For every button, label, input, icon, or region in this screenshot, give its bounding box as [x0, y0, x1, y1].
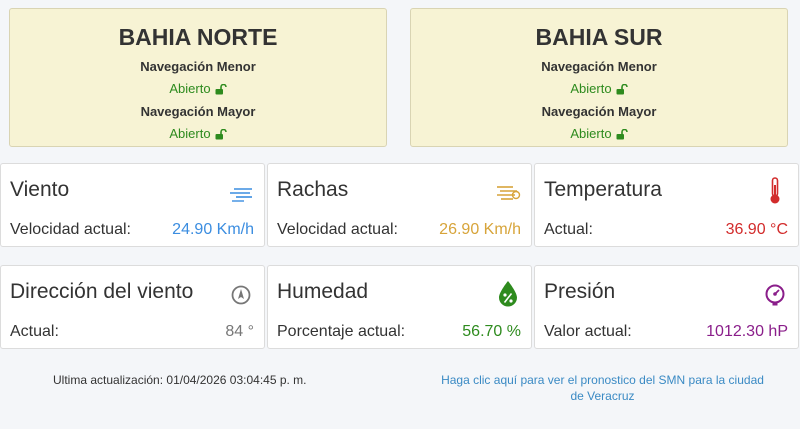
card-title: Presión — [544, 280, 616, 303]
wind-card: Viento Velocidad actual: 24.90 Km/h — [0, 163, 265, 247]
gusts-speed-value: 26.90 Km/h — [439, 221, 521, 238]
minor-navigation-label: Navegación Menor — [541, 59, 657, 74]
temperature-card: Temperatura Actual: 36.90 °C — [534, 163, 799, 247]
status-text: Abierto — [169, 126, 211, 141]
card-label: Valor actual: — [544, 323, 632, 340]
harbor-panel-north: BAHIA NORTE Navegación Menor Abierto Nav… — [9, 8, 387, 147]
last-updated: Ultima actualización: 01/04/2026 03:04:4… — [53, 373, 307, 387]
card-title: Dirección del viento — [10, 280, 194, 303]
gusts-card: Rachas Velocidad actual: 26.90 Km/h — [267, 163, 532, 247]
harbor-name: BAHIA SUR — [535, 24, 663, 50]
gusts-icon — [495, 180, 521, 206]
last-updated-value: 01/04/2026 03:04:45 p. m. — [166, 373, 307, 387]
card-title: Temperatura — [544, 178, 662, 201]
unlock-icon — [616, 83, 628, 95]
major-navigation-label: Navegación Mayor — [541, 104, 657, 119]
card-label: Velocidad actual: — [10, 221, 131, 238]
card-title: Humedad — [277, 280, 369, 303]
unlock-icon — [616, 128, 628, 140]
last-updated-label: Ultima actualización: — [53, 373, 164, 387]
status-text: Abierto — [169, 81, 211, 96]
wind-icon — [228, 180, 254, 206]
compass-icon — [228, 282, 254, 308]
humidity-drop-icon — [495, 279, 521, 307]
smn-link-line2: de Veracruz — [570, 389, 635, 403]
unlock-icon — [215, 83, 227, 95]
humidity-value: 56.70 % — [462, 323, 521, 340]
wind-direction-card: Dirección del viento Actual: 84 ° — [0, 265, 265, 349]
pressure-value: 1012.30 hP — [706, 323, 788, 340]
card-title: Rachas — [277, 178, 349, 201]
unlock-icon — [215, 128, 227, 140]
card-label: Porcentaje actual: — [277, 323, 406, 340]
harbor-panel-south: BAHIA SUR Navegación Menor Abierto Naveg… — [410, 8, 788, 147]
thermometer-icon — [762, 176, 788, 204]
harbor-name: BAHIA NORTE — [118, 24, 278, 50]
card-title: Viento — [10, 178, 70, 201]
humidity-card: Humedad Porcentaje actual: 56.70 % — [267, 265, 532, 349]
smn-forecast-link[interactable]: Haga clic aquí para ver el pronostico de… — [405, 372, 800, 404]
card-label: Actual: — [544, 221, 593, 238]
wind-speed-value: 24.90 Km/h — [172, 221, 254, 238]
temperature-value: 36.90 °C — [725, 221, 788, 238]
minor-navigation-status: Abierto — [169, 81, 227, 97]
major-navigation-status: Abierto — [570, 126, 628, 142]
wind-direction-value: 84 ° — [225, 323, 254, 340]
card-label: Actual: — [10, 323, 59, 340]
card-label: Velocidad actual: — [277, 221, 398, 238]
pressure-card: Presión Valor actual: 1012.30 hP — [534, 265, 799, 349]
minor-navigation-status: Abierto — [570, 81, 628, 97]
smn-link-line1: Haga clic aquí para ver el pronostico de… — [441, 373, 764, 387]
major-navigation-label: Navegación Mayor — [140, 104, 256, 119]
minor-navigation-label: Navegación Menor — [140, 59, 256, 74]
status-text: Abierto — [570, 126, 612, 141]
barometer-icon — [762, 282, 788, 308]
major-navigation-status: Abierto — [169, 126, 227, 142]
status-text: Abierto — [570, 81, 612, 96]
